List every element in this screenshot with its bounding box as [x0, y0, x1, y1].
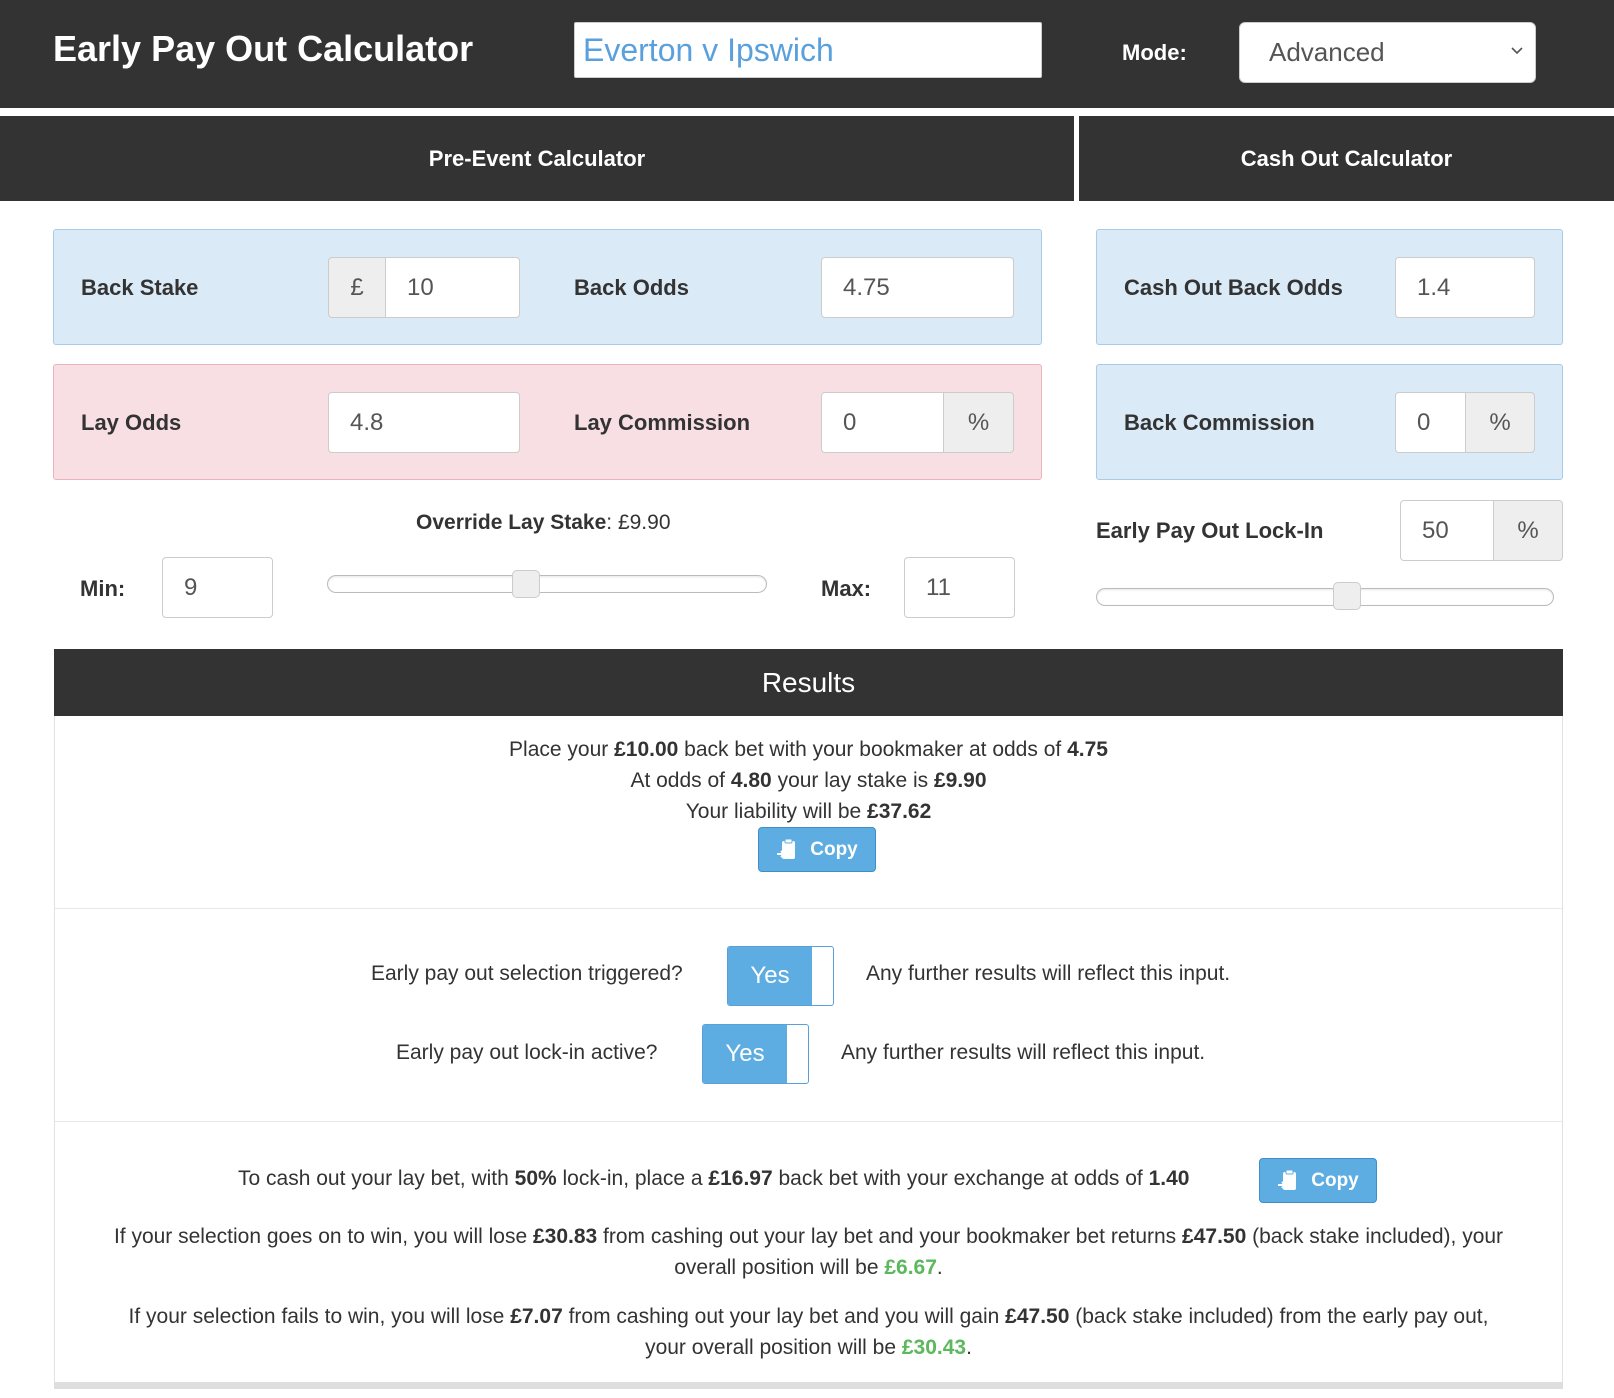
fail-outcome-line-1: If your selection fails to win, you will… [128, 1305, 1489, 1328]
lockin-active-question: Early pay out lock-in active? [396, 1041, 658, 1064]
currency-addon: £ [328, 257, 386, 318]
back-commission-input[interactable]: 0 [1395, 392, 1466, 453]
selection-triggered-toggle[interactable]: Yes [727, 946, 834, 1006]
back-odds-input[interactable]: 4.75 [821, 257, 1014, 318]
toggle-yes: Yes [728, 947, 812, 1005]
win-outcome-line-2: overall position will be £6.67. [674, 1256, 943, 1279]
lay-stake-slider-track[interactable] [327, 575, 767, 593]
cash-out-instruction: To cash out your lay bet, with 50% lock-… [238, 1167, 1190, 1190]
lay-commission-input[interactable]: 0 [821, 392, 944, 453]
back-stake-input[interactable]: 10 [385, 257, 520, 318]
app-title: Early Pay Out Calculator [53, 28, 474, 69]
back-stake-label: Back Stake [81, 275, 199, 300]
liability-line: Your liability will be £37.62 [685, 800, 932, 823]
max-label: Max: [821, 576, 872, 601]
back-odds-label: Back Odds [574, 275, 689, 300]
min-label: Min: [80, 576, 126, 601]
tab-cash-out[interactable]: Cash Out Calculator [1079, 116, 1614, 201]
tab-pre-event[interactable]: Pre-Event Calculator [0, 116, 1074, 201]
event-name-input[interactable] [574, 22, 1042, 78]
lockin-active-note: Any further results will reflect this in… [841, 1041, 1206, 1064]
results-separator [55, 1121, 1562, 1122]
results-separator [55, 908, 1562, 909]
lay-stake-instruction: At odds of 4.80 your lay stake is £9.90 [630, 769, 987, 792]
percent-addon: % [943, 392, 1014, 453]
percent-addon: % [1493, 500, 1563, 561]
chevron-down-icon [1511, 47, 1523, 55]
back-bet-instruction: Place your £10.00 back bet with your boo… [509, 738, 1108, 761]
override-value: : £9.90 [606, 511, 671, 534]
results-bottom-bar [54, 1382, 1563, 1389]
fail-position-value: £30.43 [901, 1336, 967, 1359]
lockin-slider-track[interactable] [1096, 588, 1554, 606]
back-commission-label: Back Commission [1124, 410, 1315, 435]
clipboard-icon [1278, 1169, 1297, 1190]
toggle-yes: Yes [703, 1025, 787, 1083]
win-outcome-line-1: If your selection goes on to win, you wi… [113, 1225, 1504, 1248]
max-input[interactable]: 11 [904, 557, 1015, 618]
copy-label: Copy [1311, 1169, 1359, 1191]
override-lay-stake: Override Lay Stake: £9.90 [416, 511, 671, 535]
mode-select-value: Advanced [1269, 37, 1385, 67]
selection-triggered-note: Any further results will reflect this in… [866, 962, 1231, 985]
tabs-divider [0, 108, 1614, 116]
cash-out-back-odds-input[interactable]: 1.4 [1395, 257, 1535, 318]
lockin-label: Early Pay Out Lock-In [1096, 518, 1324, 543]
lockin-input[interactable]: 50 [1400, 500, 1494, 561]
copy-button[interactable]: Copy [758, 827, 876, 872]
selection-triggered-question: Early pay out selection triggered? [371, 962, 683, 985]
lay-commission-label: Lay Commission [574, 410, 751, 435]
lay-odds-label: Lay Odds [81, 410, 182, 435]
lockin-slider-handle[interactable] [1332, 582, 1361, 610]
fail-outcome-line-2: your overall position will be £30.43. [645, 1336, 972, 1359]
mode-select[interactable]: Advanced [1239, 22, 1536, 83]
override-label: Override Lay Stake [416, 511, 607, 534]
copy-label: Copy [810, 838, 858, 860]
mode-label: Mode: [1122, 40, 1187, 65]
percent-addon: % [1465, 392, 1535, 453]
win-position-value: £6.67 [884, 1256, 937, 1279]
results-title: Results [54, 649, 1563, 716]
lay-odds-input[interactable]: 4.8 [328, 392, 520, 453]
lockin-active-toggle[interactable]: Yes [702, 1024, 809, 1084]
clipboard-icon [777, 838, 796, 859]
copy-button[interactable]: Copy [1259, 1158, 1377, 1203]
cash-out-back-odds-label: Cash Out Back Odds [1124, 275, 1343, 300]
lay-stake-slider-handle[interactable] [512, 570, 541, 598]
min-input[interactable]: 9 [162, 557, 273, 618]
